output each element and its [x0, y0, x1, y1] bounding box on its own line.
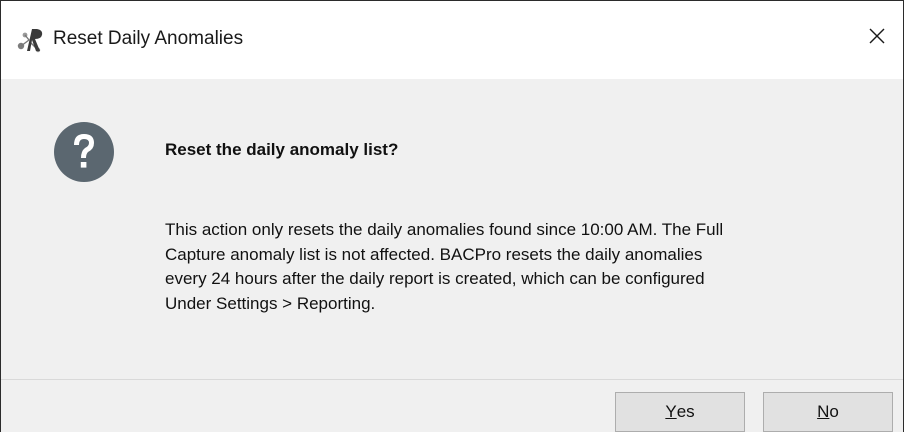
button-bar: Yes No [1, 379, 903, 432]
no-label-rest: o [829, 402, 839, 421]
message-line: This action only resets the daily anomal… [165, 220, 724, 239]
yes-label-rest: es [676, 402, 695, 421]
dialog-content: Reset the daily anomaly list? This actio… [1, 79, 903, 379]
message-line: Capture anomaly list is not affected. BA… [165, 244, 703, 264]
no-mnemonic: N [817, 402, 830, 421]
window-title: Reset Daily Anomalies [53, 28, 244, 49]
bacpro-app-icon [15, 25, 45, 55]
yes-mnemonic: Y [665, 402, 677, 421]
title-bar: Reset Daily Anomalies [1, 1, 903, 79]
question-icon [53, 121, 115, 183]
dialog-message: This action only resets the daily anomal… [165, 218, 865, 316]
message-line: Under Settings > Reporting. [165, 293, 376, 313]
yes-button[interactable]: Yes [615, 392, 745, 432]
close-icon [868, 27, 886, 50]
close-button[interactable] [851, 13, 903, 63]
dialog-window: Reset Daily Anomalies Reset the daily an… [0, 0, 904, 432]
message-line: every 24 hours after the daily report is… [165, 269, 705, 288]
no-button[interactable]: No [763, 392, 893, 432]
dialog-heading: Reset the daily anomaly list? [165, 140, 399, 159]
